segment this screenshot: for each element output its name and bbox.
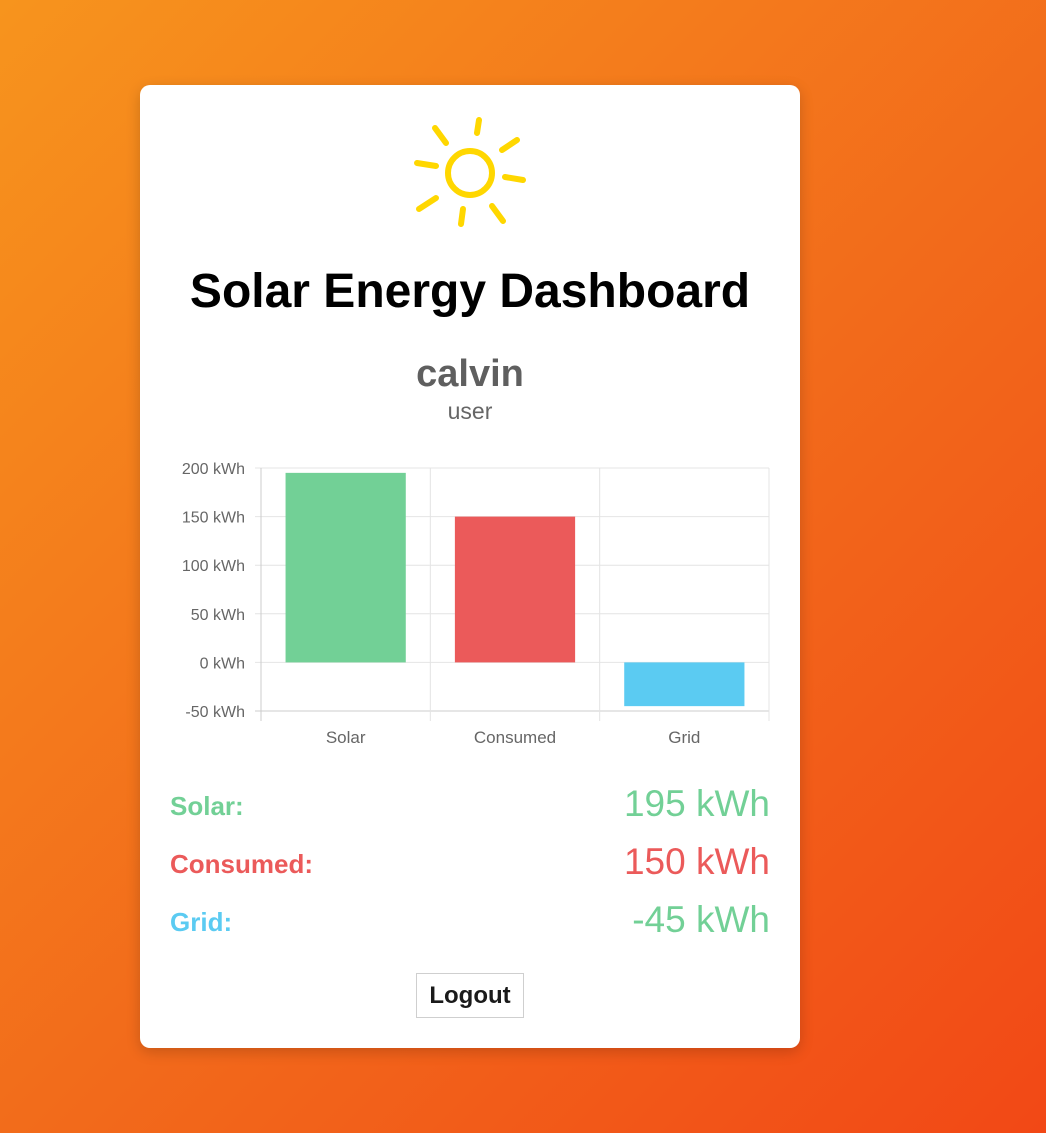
bar-grid: [624, 662, 745, 707]
consumed-value: 150 kWh: [623, 841, 770, 882]
username: calvin: [416, 353, 524, 395]
logout-button[interactable]: Logout: [416, 973, 524, 1018]
bar-solar: [285, 472, 406, 663]
y-tick-label: 100 kWh: [182, 558, 245, 575]
stat-row-grid: Grid: -45 kWh: [170, 899, 770, 943]
x-tick-label: Consumed: [474, 728, 556, 747]
page-title: Solar Energy Dashboard: [189, 265, 751, 318]
stat-row-solar: Solar: 195 kWh: [170, 783, 770, 827]
y-tick-label: 0 kWh: [200, 655, 245, 672]
user-role: user: [447, 398, 493, 424]
y-tick-label: 200 kWh: [182, 461, 245, 478]
y-tick-label: 150 kWh: [182, 510, 245, 527]
x-tick-label: Solar: [326, 728, 366, 747]
stat-row-consumed: Consumed: 150 kWh: [170, 841, 770, 885]
x-tick-label: Grid: [668, 728, 700, 747]
grid-value: -45 kWh: [632, 899, 770, 940]
energy-bar-chart: 200 kWh 150 kWh 100 kWh 50 kWh 0 kWh -50 kWh S…: [182, 461, 770, 747]
solar-value: 195 kWh: [623, 783, 770, 824]
grid-label: Grid:: [170, 907, 233, 937]
consumed-label: Consumed:: [170, 849, 313, 879]
solar-label: Solar:: [170, 791, 244, 821]
bar-consumed: [454, 516, 576, 663]
sun-icon: [414, 117, 526, 227]
y-tick-label: 50 kWh: [191, 607, 245, 624]
y-tick-label: -50 kWh: [185, 704, 245, 721]
